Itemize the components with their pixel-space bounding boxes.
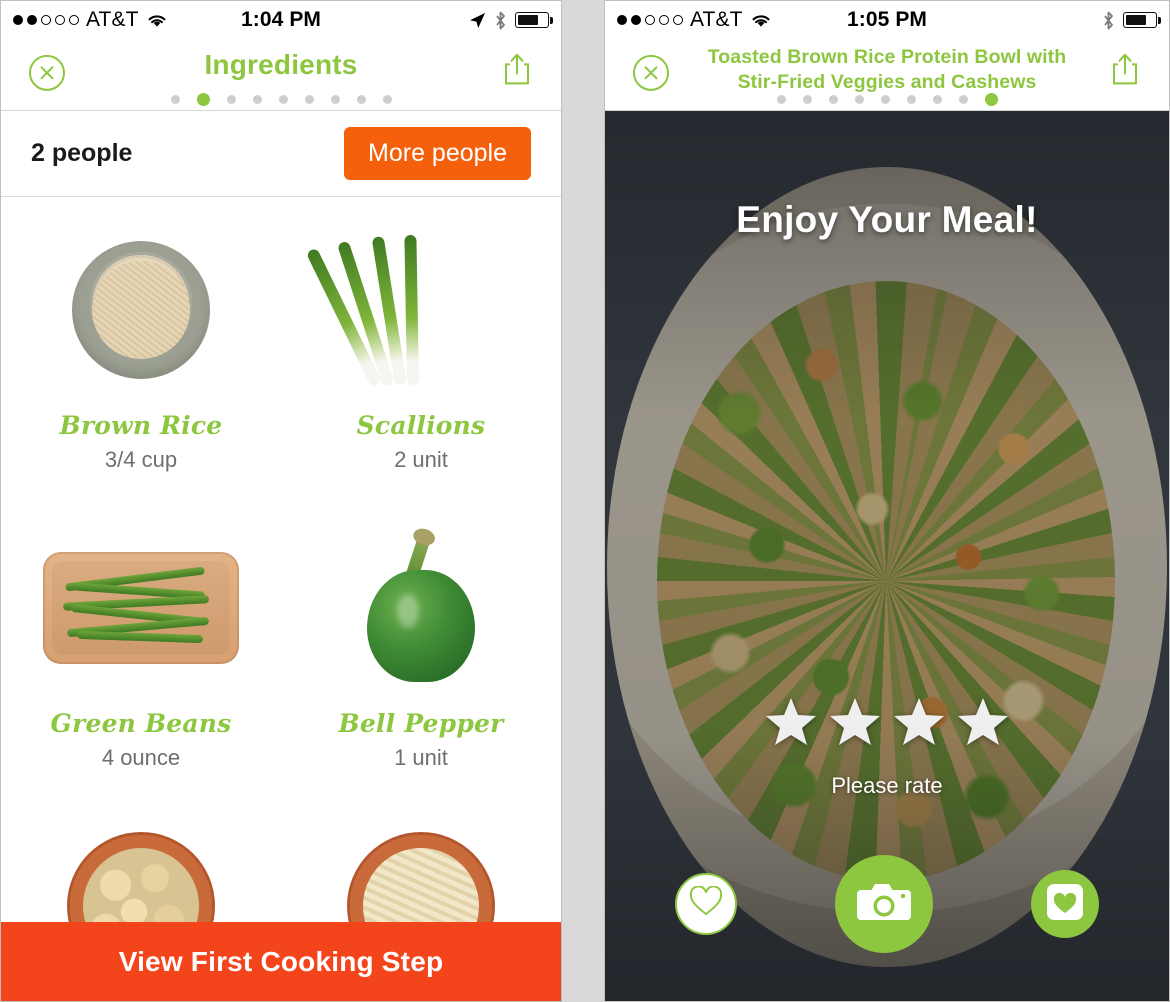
- ingredient-name: Bell Pepper: [338, 709, 504, 738]
- save-button[interactable]: [1031, 870, 1099, 938]
- ingredient-quantity: 1 unit: [394, 745, 448, 770]
- status-bar-left: AT&T 1:04 PM: [1, 1, 561, 39]
- recipe-title-line-2: Stir-Fried Veggies and Cashews: [737, 71, 1037, 93]
- ingredient-card[interactable]: Bell Pepper 1 unit: [281, 513, 561, 811]
- green-bell-pepper-icon: [281, 513, 561, 703]
- page-title: Ingredients: [204, 49, 358, 80]
- star-icon[interactable]: [765, 697, 817, 752]
- wifi-icon: [750, 12, 772, 28]
- signal-strength-icon: [617, 15, 683, 25]
- nav-bar-right: Toasted Brown Rice Protein Bowl with Sti…: [605, 39, 1169, 111]
- green-beans-tray-icon: [1, 513, 281, 703]
- status-bar-right-group: [1102, 11, 1161, 30]
- ingredients-scroll-area[interactable]: Brown Rice 3/4 cup Scallions 2 unit Gree…: [1, 197, 561, 1001]
- star-icon[interactable]: [829, 697, 881, 752]
- share-icon: [1110, 52, 1140, 91]
- share-button[interactable]: [497, 50, 537, 94]
- page-indicator-dots[interactable]: [605, 93, 1169, 106]
- battery-icon: [1123, 12, 1161, 28]
- view-first-cooking-step-button[interactable]: View First Cooking Step: [1, 922, 561, 1001]
- status-bar-right-group: [469, 11, 553, 30]
- enjoy-meal-headline: Enjoy Your Meal!: [736, 199, 1038, 240]
- ingredient-name: Brown Rice: [59, 411, 223, 440]
- rating-label: Please rate: [831, 773, 943, 798]
- page-indicator-dots[interactable]: [1, 93, 561, 106]
- camera-icon: [855, 878, 913, 931]
- close-button[interactable]: [633, 54, 669, 91]
- cta-label: View First Cooking Step: [118, 945, 444, 977]
- ingredient-name: Green Beans: [50, 709, 232, 738]
- nav-bar-left: Ingredients: [1, 39, 561, 111]
- heart-outline-icon: [689, 885, 723, 922]
- battery-icon: [515, 12, 553, 28]
- status-bar-left-group: AT&T: [617, 8, 772, 32]
- ingredient-card[interactable]: Green Beans 4 ounce: [1, 513, 281, 811]
- scallions-icon: [281, 215, 561, 405]
- close-icon: [641, 62, 661, 82]
- phone-screen-enjoy-meal: AT&T 1:05 PM Toasted Brown Rice Protein …: [604, 0, 1170, 1002]
- status-bar-right: AT&T 1:05 PM: [605, 1, 1169, 39]
- carrier-label: AT&T: [690, 8, 743, 31]
- ingredient-quantity: 3/4 cup: [104, 447, 178, 472]
- share-icon: [502, 52, 532, 91]
- ingredient-quantity: 2 unit: [394, 447, 448, 472]
- meal-photo: Enjoy Your Meal! Please rate: [605, 111, 1169, 1001]
- favorite-button[interactable]: [675, 873, 737, 935]
- wifi-icon: [146, 12, 168, 28]
- ingredient-quantity: 4 ounce: [101, 745, 181, 770]
- location-arrow-icon: [469, 12, 486, 29]
- star-icon[interactable]: [893, 697, 945, 752]
- close-button[interactable]: [29, 54, 65, 91]
- share-button[interactable]: [1105, 50, 1145, 94]
- bluetooth-icon: [1102, 11, 1115, 30]
- ingredient-card[interactable]: Scallions 2 unit: [281, 215, 561, 513]
- close-icon: [37, 62, 57, 82]
- more-people-button[interactable]: More people: [344, 126, 531, 181]
- camera-button[interactable]: [835, 855, 933, 953]
- phone-screen-ingredients: AT&T 1:04 PM Ingredients 2 people More p…: [0, 0, 562, 1002]
- screenshot-stage: AT&T 1:04 PM Ingredients 2 people More p…: [0, 0, 1170, 1002]
- signal-strength-icon: [13, 15, 79, 25]
- status-bar-left-group: AT&T: [13, 8, 168, 32]
- ingredient-name: Scallions: [356, 411, 486, 440]
- heart-in-square-icon: [1045, 882, 1085, 927]
- ingredient-card[interactable]: Brown Rice 3/4 cup: [1, 215, 281, 513]
- ingredients-grid: Brown Rice 3/4 cup Scallions 2 unit Gree…: [1, 197, 561, 1001]
- bowl-of-rice-icon: [1, 215, 281, 405]
- servings-row: 2 people More people: [1, 111, 561, 197]
- servings-count-label: 2 people: [31, 139, 133, 167]
- bluetooth-icon: [494, 11, 507, 30]
- star-rating[interactable]: [605, 697, 1169, 752]
- recipe-title-line-1: Toasted Brown Rice Protein Bowl with: [707, 46, 1067, 68]
- carrier-label: AT&T: [86, 8, 139, 31]
- action-buttons: [605, 855, 1169, 953]
- recipe-title: Toasted Brown Rice Protein Bowl with Sti…: [605, 45, 1169, 95]
- star-icon[interactable]: [957, 697, 1009, 752]
